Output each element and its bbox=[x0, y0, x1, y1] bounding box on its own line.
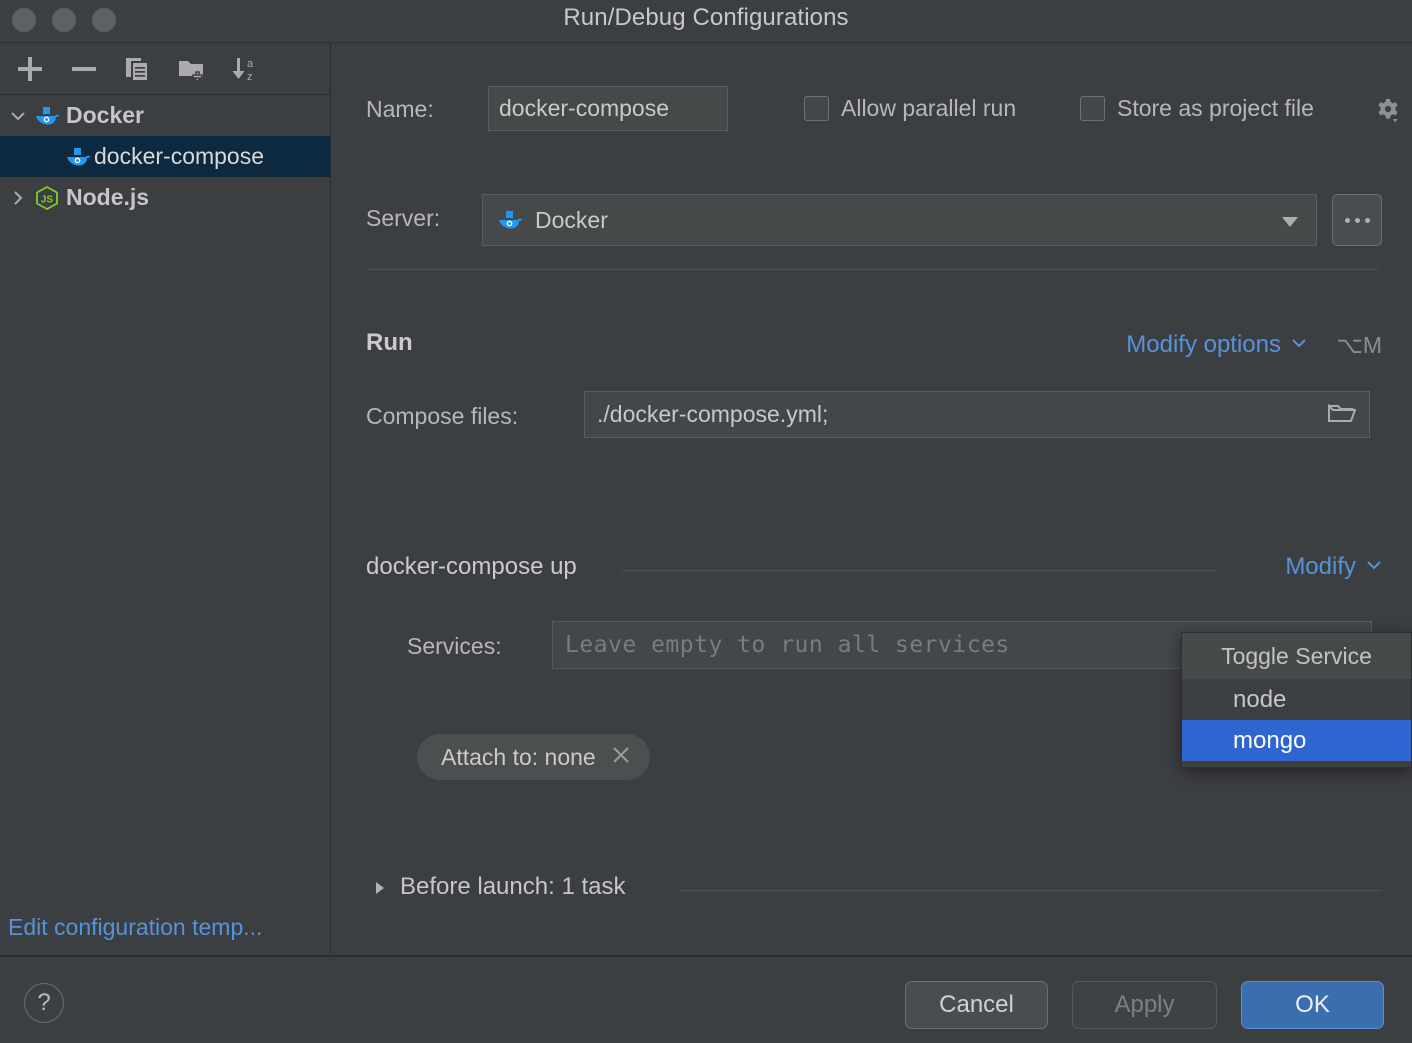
ok-button[interactable]: OK bbox=[1241, 981, 1384, 1029]
name-label: Name: bbox=[366, 96, 434, 122]
copy-configuration-button[interactable] bbox=[116, 49, 160, 89]
compose-up-modify-label: Modify bbox=[1285, 553, 1356, 580]
compose-files-label: Compose files: bbox=[366, 403, 519, 429]
run-section-title: Run bbox=[366, 329, 413, 356]
compose-files-field bbox=[584, 391, 1370, 438]
name-row: Name: Allow parallel run Store as projec… bbox=[332, 86, 1412, 136]
configuration-editor-pane: Name: Allow parallel run Store as projec… bbox=[332, 42, 1412, 955]
help-button[interactable]: ? bbox=[24, 983, 64, 1023]
dialog-title: Run/Debug Configurations bbox=[563, 4, 849, 31]
add-configuration-button[interactable] bbox=[8, 49, 52, 89]
popup-footer bbox=[1182, 761, 1411, 767]
name-input[interactable] bbox=[488, 86, 728, 131]
tree-item-label: docker-compose bbox=[94, 143, 265, 169]
server-label: Server: bbox=[366, 205, 441, 231]
services-placeholder: Leave empty to run all services bbox=[565, 632, 1010, 658]
run-section-header: Run Modify options ⌥M bbox=[332, 329, 1412, 363]
attach-to-label: Attach to: none bbox=[441, 743, 596, 770]
nodejs-icon: JS bbox=[32, 185, 62, 211]
sidebar-toolbar: a z bbox=[0, 43, 330, 95]
apply-button[interactable]: Apply bbox=[1072, 981, 1217, 1029]
toggle-service-popup: Toggle Service node mongo bbox=[1181, 632, 1412, 768]
compose-files-input[interactable] bbox=[585, 392, 1320, 437]
docker-icon bbox=[62, 144, 94, 170]
services-label: Services: bbox=[407, 633, 502, 659]
chevron-right-icon[interactable] bbox=[372, 879, 388, 902]
popup-header: Toggle Service bbox=[1182, 633, 1411, 679]
new-folder-button[interactable] bbox=[170, 49, 214, 89]
tree-item-label: Docker bbox=[66, 102, 144, 128]
tree-item-label: Node.js bbox=[66, 184, 150, 210]
before-launch-label: Before launch: 1 task bbox=[400, 873, 626, 900]
checkbox-box[interactable] bbox=[804, 96, 829, 121]
modify-options-shortcut: ⌥M bbox=[1336, 332, 1382, 358]
folder-icon[interactable] bbox=[1327, 402, 1357, 431]
section-divider bbox=[368, 269, 1378, 270]
section-divider bbox=[680, 890, 1382, 891]
docker-icon bbox=[497, 207, 523, 233]
cancel-button[interactable]: Cancel bbox=[905, 981, 1048, 1029]
chevron-down-icon[interactable] bbox=[1280, 215, 1300, 234]
edit-configuration-templates-link[interactable]: Edit configuration temp... bbox=[8, 914, 262, 941]
attach-to-chip[interactable]: Attach to: none bbox=[417, 734, 650, 780]
tree-item-docker-compose[interactable]: docker-compose bbox=[0, 136, 330, 177]
title-bar: Run/Debug Configurations bbox=[0, 0, 1412, 42]
store-as-project-file-checkbox[interactable]: Store as project file bbox=[1080, 95, 1314, 122]
chevron-down-icon[interactable] bbox=[4, 107, 32, 125]
before-launch-section[interactable]: Before launch: 1 task bbox=[332, 873, 1412, 907]
compose-up-modify-button[interactable]: Modify bbox=[1285, 553, 1382, 581]
allow-parallel-run-checkbox[interactable]: Allow parallel run bbox=[804, 95, 1016, 122]
popup-item-mongo[interactable]: mongo bbox=[1182, 720, 1411, 761]
tree-item-docker-group[interactable]: Docker bbox=[0, 95, 330, 136]
server-select[interactable]: Docker bbox=[482, 194, 1317, 246]
run-debug-configurations-dialog: Run/Debug Configurations a z Docker dock… bbox=[0, 0, 1412, 1043]
dialog-footer: ? Cancel Apply OK bbox=[0, 956, 1412, 1043]
svg-text:a: a bbox=[247, 58, 254, 70]
server-value: Docker bbox=[535, 206, 608, 233]
server-row: Server: Docker bbox=[332, 194, 1412, 246]
remove-configuration-button[interactable] bbox=[62, 49, 106, 89]
svg-text:JS: JS bbox=[41, 194, 54, 205]
ellipsis-icon bbox=[1344, 217, 1370, 223]
svg-text:z: z bbox=[247, 71, 253, 83]
gear-icon[interactable] bbox=[1375, 98, 1401, 124]
server-browse-button[interactable] bbox=[1332, 194, 1382, 246]
sort-configurations-button[interactable]: a z bbox=[224, 49, 268, 89]
docker-icon bbox=[32, 103, 62, 129]
modify-options-button[interactable]: Modify options bbox=[1126, 331, 1307, 359]
compose-up-section-title: docker-compose up bbox=[366, 553, 589, 581]
popup-item-node[interactable]: node bbox=[1182, 679, 1411, 720]
allow-parallel-run-label: Allow parallel run bbox=[841, 95, 1017, 121]
chevron-down-icon bbox=[1366, 558, 1382, 576]
checkbox-box[interactable] bbox=[1080, 96, 1105, 121]
close-icon[interactable] bbox=[610, 744, 632, 771]
configurations-sidebar: a z Docker docker-compose JS Node.js Edi… bbox=[0, 42, 331, 955]
chevron-right-icon[interactable] bbox=[4, 189, 32, 207]
modify-options-label: Modify options bbox=[1126, 331, 1281, 358]
section-divider bbox=[622, 570, 1217, 571]
configurations-tree: Docker docker-compose JS Node.js bbox=[0, 95, 330, 218]
chevron-down-icon bbox=[1291, 336, 1307, 354]
compose-up-section-header: docker-compose up Modify bbox=[332, 553, 1412, 587]
store-as-project-file-label: Store as project file bbox=[1117, 95, 1314, 121]
tree-item-nodejs-group[interactable]: JS Node.js bbox=[0, 177, 330, 218]
